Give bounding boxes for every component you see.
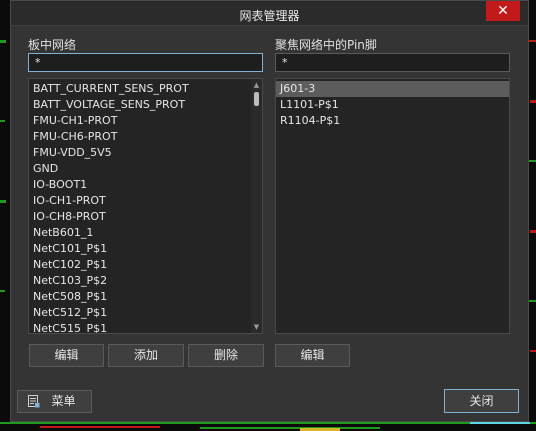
vertical-scrollbar[interactable]: ▲ ▼ [251,79,262,333]
pcb-trace [0,200,6,203]
net-list-item[interactable]: BATT_VOLTAGE_SENS_PROT [29,97,262,113]
pcb-trace [40,426,160,428]
pcb-trace [530,100,536,103]
title-bar[interactable]: 网表管理器 ✕ [11,1,528,26]
net-list-item[interactable]: NetC102_P$1 [29,257,262,273]
net-list-item[interactable]: NetC512_P$1 [29,305,262,321]
net-list-item[interactable]: IO-BOOT1 [29,177,262,193]
add-net-button[interactable]: 添加 [108,344,184,367]
pcb-trace [530,230,536,233]
board-nets-list[interactable]: BATT_CURRENT_SENS_PROT BATT_VOLTAGE_SENS_… [28,78,263,334]
dialog-title: 网表管理器 [239,9,300,23]
netlist-manager-dialog: 网表管理器 ✕ 板中网络 * BATT_CURRENT_SENS_PROT BAT… [10,0,529,422]
pcb-trace [528,40,536,42]
net-list-item[interactable]: GND [29,161,262,177]
net-list-item[interactable]: NetC103_P$2 [29,273,262,289]
net-list-item[interactable]: FMU-CH6-PROT [29,129,262,145]
pcb-trace [530,350,536,352]
net-list-item[interactable]: NetC101_P$1 [29,241,262,257]
net-list-item[interactable]: NetC515_P$1 [29,321,262,333]
board-nets-label: 板中网络 [28,38,77,52]
net-list-item[interactable]: IO-CH1-PROT [29,193,262,209]
edit-pin-button[interactable]: 编辑 [275,344,350,367]
pin-list-item[interactable]: R1104-P$1 [276,113,509,129]
scroll-down-icon[interactable]: ▼ [251,322,262,332]
delete-net-button[interactable]: 删除 [188,344,264,367]
net-list-item[interactable]: NetB601_1 [29,225,262,241]
pcb-trace [470,422,530,424]
close-icon[interactable]: ✕ [486,1,520,21]
menu-button[interactable]: 菜单 [17,390,92,413]
pcb-trace [0,422,536,424]
menu-label: 菜单 [51,394,76,408]
net-filter-input[interactable]: * [28,53,263,72]
net-list-item[interactable]: IO-CH8-PROT [29,209,262,225]
net-list-item[interactable]: FMU-VDD_5V5 [29,145,262,161]
pin-list-item[interactable]: L1101-P$1 [276,97,509,113]
scroll-thumb[interactable] [254,92,259,106]
pin-list-item[interactable]: J601-3 [276,81,509,97]
pcb-trace [529,160,536,162]
scroll-up-icon[interactable]: ▲ [251,80,262,90]
pcb-trace [0,290,5,292]
pcb-trace [200,427,380,429]
focused-net-pins-list[interactable]: J601-3 L1101-P$1 R1104-P$1 [275,78,510,334]
pcb-trace [0,40,6,43]
pcb-trace [0,120,5,122]
close-button[interactable]: 关闭 [444,389,519,413]
pin-filter-input[interactable]: * [275,53,510,72]
net-list-item[interactable]: NetC508_P$1 [29,289,262,305]
menu-icon [28,395,40,408]
pcb-trace [528,300,536,302]
focused-net-pins-label: 聚焦网络中的Pin脚 [275,38,377,52]
edit-net-button[interactable]: 编辑 [29,344,104,367]
net-list-item[interactable]: FMU-CH1-PROT [29,113,262,129]
net-list-item[interactable]: BATT_CURRENT_SENS_PROT [29,81,262,97]
